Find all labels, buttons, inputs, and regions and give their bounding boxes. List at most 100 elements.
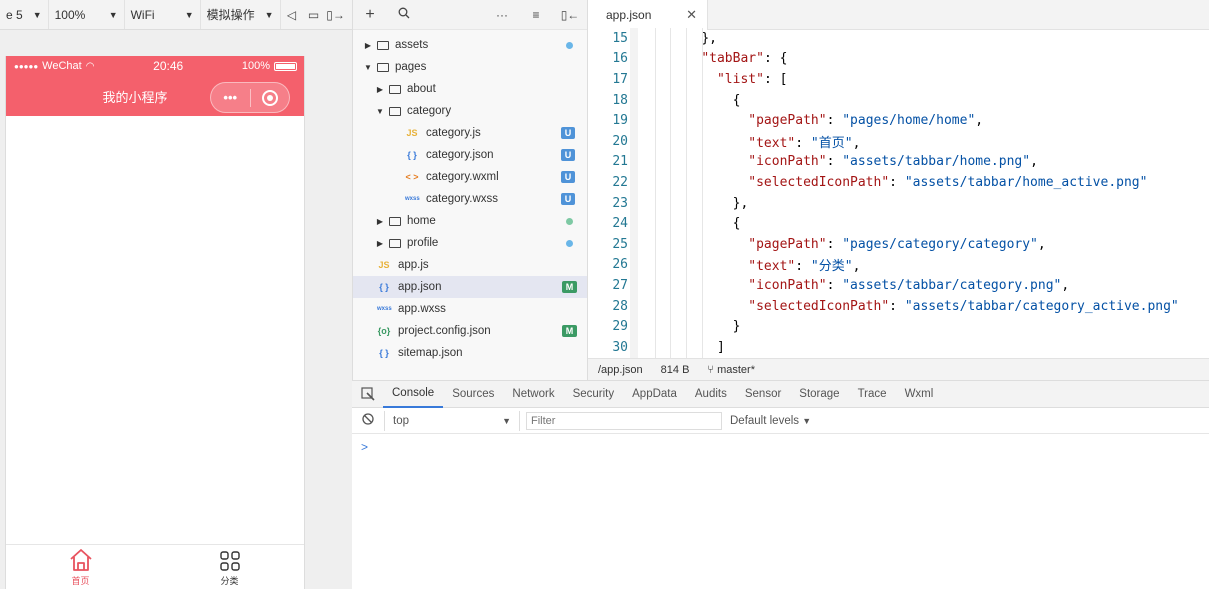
wxss-file-icon: wxss [405,196,420,202]
explorer-toolbar: + ··· ≡ ▯← [353,0,587,30]
js-file-icon: JS [378,260,390,270]
json-key: "selectedIconPath" [748,298,890,314]
tab-app-json[interactable]: app.json ✕ [588,0,708,30]
line-number: 22 [612,174,628,190]
chevron-right-icon[interactable]: ▶ [375,85,385,94]
tree-item-category-js[interactable]: JS category.js U [353,122,587,144]
tree-item-sitemap-json[interactable]: { } sitemap.json [353,342,587,364]
chevron-down-icon: ▼ [502,415,511,426]
tree-item-pages[interactable]: ▼ pages [353,56,587,78]
tab-appdata[interactable]: AppData [623,381,686,408]
code-area[interactable]: 15 }, 16 "tabBar": {17 "list": [18 {19 "p… [588,28,1209,358]
battery-icon [274,61,297,71]
console-prompt[interactable]: > [352,434,1209,454]
tree-item-app-js[interactable]: JS app.js [353,254,587,276]
log-levels-select[interactable]: Default levels ▼ [730,415,811,427]
tree-item-category-json[interactable]: { } category.json U [353,144,587,166]
json-punct: } [732,319,741,335]
json-punct: : [826,277,843,293]
context-select[interactable]: top ▼ [384,410,520,431]
folder-icon [389,84,401,94]
tree-item-label: profile [407,237,439,249]
network-select[interactable]: WiFi ▼ [125,0,201,29]
tree-item-category[interactable]: ▼ category [353,100,587,122]
tree-item-category-wxss[interactable]: wxss category.wxss U [353,188,587,210]
tab-storage[interactable]: Storage [790,381,848,408]
volume-icon[interactable]: ◁ [281,8,303,22]
line-number: 26 [612,257,628,273]
tree-item-assets[interactable]: ▶ assets [353,34,587,56]
sim-ops-select[interactable]: 模拟操作 ▼ [201,0,281,29]
json-punct: : [795,135,811,151]
tab-trace[interactable]: Trace [849,381,896,408]
chevron-right-icon[interactable]: ▶ [375,239,385,248]
chevron-down-icon[interactable]: ▼ [363,63,373,72]
code-text: }, [630,31,717,46]
zoom-select[interactable]: 100% ▼ [49,0,125,29]
grid-icon [219,551,240,571]
tree-item-project-config-json[interactable]: {o} project.config.json M [353,320,587,342]
search-icon[interactable] [387,7,421,22]
context-label: top [393,414,409,427]
tab-network[interactable]: Network [503,381,563,408]
code-text: "iconPath": "assets/tabbar/home.png", [630,154,1038,169]
levels-label: Default levels [730,414,800,427]
close-icon[interactable]: ✕ [686,7,697,23]
close-button[interactable] [251,89,290,106]
carrier-label: WeChat [42,60,82,72]
tree-item-category-wxml[interactable]: < > category.wxml U [353,166,587,188]
json-string: "assets/tabbar/category.png" [842,277,1062,293]
phone-screen: ●●●●● WeChat ◠ 20:46 100% 我的小程序 ••• 首页 分类 [5,56,305,589]
tab-console[interactable]: Console [383,381,444,408]
tree-item-label: app.json [398,281,442,293]
tab-bar: 首页 分类 [6,544,304,589]
more-button[interactable]: ••• [211,90,250,105]
tab-category[interactable]: 分类 [155,545,304,589]
device-select[interactable]: e 5 ▼ [0,0,49,29]
tab-wxml[interactable]: Wxml [896,381,943,408]
more-icon[interactable]: ··· [485,8,519,22]
wifi-icon: ◠ [85,60,95,72]
tree-item-profile[interactable]: ▶ profile [353,232,587,254]
tab-audits[interactable]: Audits [686,381,736,408]
json-punct: , [1030,154,1038,170]
tree-item-label: pages [395,61,427,73]
tree-item-label: app.js [398,259,429,271]
split-icon[interactable]: ▯← [553,8,587,22]
json-punct: : [795,259,811,275]
add-icon[interactable]: + [353,6,387,24]
json-punct: : [826,113,843,129]
tree-item-app-json[interactable]: { } app.json M [353,276,587,298]
tab-home[interactable]: 首页 [6,545,155,589]
code-line: 24 { [588,213,1209,234]
console-filter-input[interactable] [526,411,722,430]
code-line: 22 "selectedIconPath": "assets/tabbar/ho… [588,172,1209,193]
chevron-right-icon[interactable]: ▶ [375,217,385,226]
tab-sources[interactable]: Sources [443,381,503,408]
tree-item-app-wxss[interactable]: wxss app.wxss [353,298,587,320]
window-icon[interactable]: ▭ [303,8,325,22]
line-number: 17 [612,71,628,87]
detach-icon[interactable]: ▯→ [325,8,347,22]
inspect-icon[interactable] [352,381,383,408]
tree-item-label: sitemap.json [398,347,463,359]
line-number: 23 [612,195,628,211]
tab-security[interactable]: Security [564,381,624,408]
tree-item-home[interactable]: ▶ home [353,210,587,232]
phone-header: ●●●●● WeChat ◠ 20:46 100% 我的小程序 ••• [6,56,304,116]
status-branch[interactable]: ⑂ master* [707,364,755,376]
json-punct: }, [732,195,749,211]
tree-item-about[interactable]: ▶ about [353,78,587,100]
clear-console-icon[interactable] [352,413,384,428]
chevron-down-icon: ▼ [108,9,118,20]
chevron-right-icon[interactable]: ▶ [363,41,373,50]
collapse-icon[interactable]: ≡ [519,8,553,22]
editor-tabs: app.json ✕ [588,0,1209,30]
tab-sensor[interactable]: Sensor [736,381,790,408]
chevron-down-icon[interactable]: ▼ [375,107,385,116]
home-icon [69,549,92,571]
json-key: "text" [748,135,796,151]
tree-item-label: home [407,215,436,227]
code-text: "pagePath": "pages/home/home", [630,113,983,128]
line-number: 24 [612,216,628,232]
